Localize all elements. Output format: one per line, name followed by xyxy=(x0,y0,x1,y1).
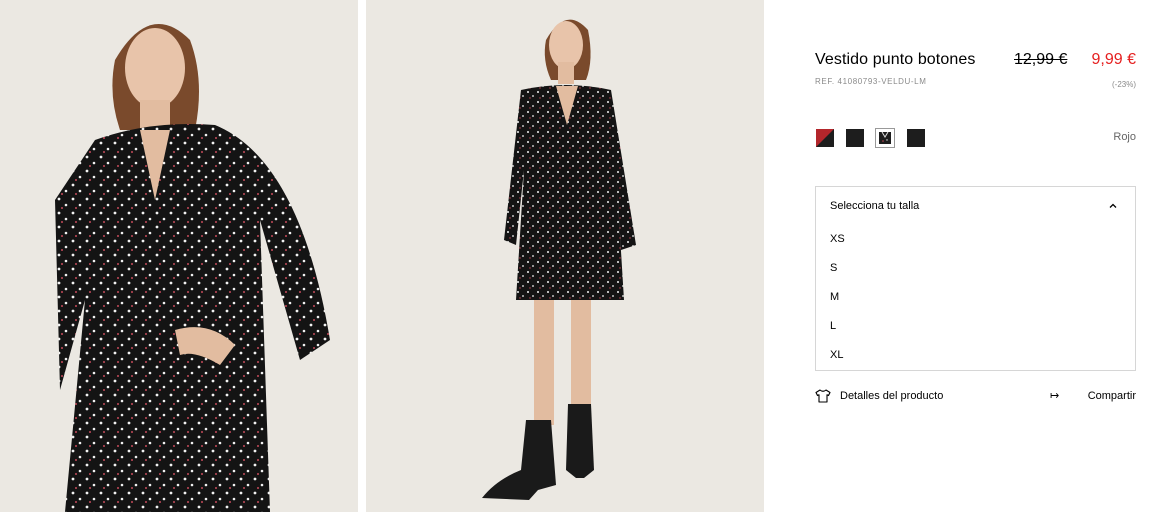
color-swatch-red-black[interactable] xyxy=(815,128,835,148)
product-title: Vestido punto botones xyxy=(815,51,976,68)
original-price: 12,99 € xyxy=(1014,51,1068,68)
share-button[interactable]: ↦ Compartir xyxy=(1050,388,1136,406)
size-dropdown-label: Selecciona tu talla xyxy=(830,200,920,212)
color-swatch-black-2[interactable] xyxy=(906,128,926,148)
product-photo-fullbody[interactable] xyxy=(366,0,764,512)
product-reference: REF. 41080793-VELDU-LM xyxy=(815,77,927,86)
chevron-up-icon xyxy=(1109,203,1117,208)
size-option-xs[interactable]: XS xyxy=(830,233,1110,249)
sale-price: 9,99 € xyxy=(1091,51,1136,68)
selected-color-name: Rojo xyxy=(1113,131,1136,143)
product-details-link[interactable]: Detalles del producto xyxy=(815,388,965,406)
product-details-label: Detalles del producto xyxy=(840,390,944,402)
tshirt-icon xyxy=(815,389,831,403)
color-swatch-black[interactable] xyxy=(845,128,865,148)
size-dropdown-toggle[interactable]: Selecciona tu talla xyxy=(816,187,1135,225)
size-option-l[interactable]: L xyxy=(830,320,1110,336)
discount-badge: (-23%) xyxy=(1111,80,1136,89)
product-photo-closeup[interactable] xyxy=(0,0,358,512)
size-selector: Selecciona tu talla XS S M L XL xyxy=(815,186,1136,371)
share-label: Compartir xyxy=(1087,390,1136,402)
size-option-m[interactable]: M xyxy=(830,291,1110,307)
size-option-xl[interactable]: XL xyxy=(830,349,1110,365)
color-swatch-black-print-selected[interactable] xyxy=(875,128,895,148)
size-option-s[interactable]: S xyxy=(830,262,1110,278)
product-info-panel: Vestido punto botones 12,99 € 9,99 € REF… xyxy=(815,0,1136,512)
share-icon: ↦ xyxy=(1050,390,1060,402)
color-swatches xyxy=(815,128,935,148)
